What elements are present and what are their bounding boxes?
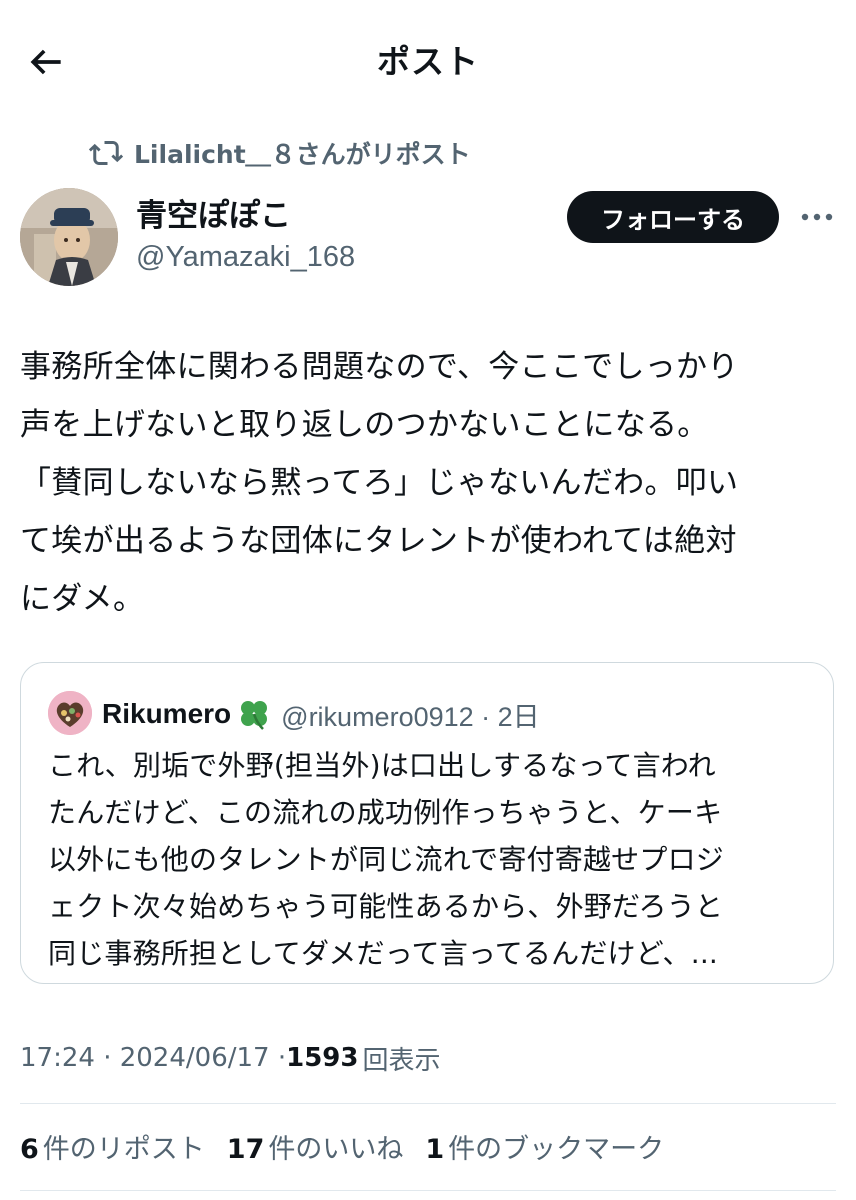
likes-count: 17 [226, 1133, 265, 1165]
divider [20, 1190, 836, 1191]
author-handle[interactable]: @Yamazaki_168 [136, 238, 355, 276]
repost-icon [88, 141, 124, 165]
author-name[interactable]: 青空ぽぽこ [136, 196, 291, 236]
post-text-line: 声を上げないと取り返しのつかないことになる。 [20, 407, 709, 443]
post-timestamp[interactable]: 17:24 · 2024/06/17 · [20, 1043, 286, 1073]
views-label: 回表示 [362, 1045, 441, 1076]
engagement-stats: 6 件のリポスト 17 件のいいね 1 件のブックマーク [20, 1126, 686, 1166]
post-text-line: て埃が出るような団体にタレントが使われては絶対 [20, 523, 737, 559]
follow-button[interactable]: フォローする [567, 191, 779, 243]
four-leaf-clover-icon [241, 701, 268, 730]
likes-stat[interactable]: 17 件のいいね [227, 1127, 404, 1166]
avatar[interactable] [20, 188, 118, 286]
quote-text: これ、別垢で外野(担当外)は口出しするなって言われ たんだけど、この流れの成功例… [48, 742, 808, 977]
post-text-line: にダメ。 [20, 581, 145, 617]
bookmarks-count: 1 [425, 1133, 445, 1165]
quote-author-name[interactable]: Rikumero [102, 698, 231, 730]
post-text: 事務所全体に関わる問題なので、今ここでしっかり 声を上げないと取り返しのつかない… [20, 338, 836, 628]
quote-text-line: 同じ事務所担としてダメだって言ってるんだけど、... [48, 937, 719, 970]
page-title: ポスト [377, 42, 479, 81]
repost-indicator[interactable]: Lilalicht＿８さんがリポスト [88, 134, 471, 172]
divider [20, 1103, 836, 1104]
repost-text: Lilalicht＿８さんがリポスト [134, 140, 471, 169]
quote-avatar[interactable] [48, 691, 92, 735]
post-meta: 17:24 · 2024/06/17 · 1593 回表示 [20, 1038, 441, 1078]
more-dots-icon[interactable] [798, 200, 836, 234]
post-text-line: 「賛同しないなら黙ってろ」じゃないんだわ。叩い [20, 465, 739, 501]
bookmarks-stat[interactable]: 1 件のブックマーク [425, 1127, 664, 1166]
views-count: 1593 [286, 1043, 359, 1073]
reposts-count: 6 [20, 1133, 39, 1165]
bookmarks-label: 件のブックマーク [448, 1133, 665, 1165]
quote-header: Rikumero @rikumero0912 · 2日 [102, 692, 540, 736]
quote-handle-date: @rikumero0912 · 2日 [281, 701, 540, 732]
quote-text-line: これ、別垢で外野(担当外)は口出しするなって言われ [48, 749, 716, 782]
quote-text-line: ェクト次々始めちゃう可能性あるから、外野だろうと [48, 890, 724, 923]
reposts-label: 件のリポスト [42, 1133, 205, 1165]
post-text-line: 事務所全体に関わる問題なので、今ここでしっかり [20, 349, 739, 385]
quote-text-line: 以外にも他のタレントが同じ流れで寄付寄越せプロジ [48, 843, 724, 876]
likes-label: 件のいいね [268, 1133, 404, 1165]
reposts-stat[interactable]: 6 件のリポスト [20, 1127, 205, 1166]
quote-text-line: たんだけど、この流れの成功例作っちゃうと、ケーキ [48, 796, 723, 829]
